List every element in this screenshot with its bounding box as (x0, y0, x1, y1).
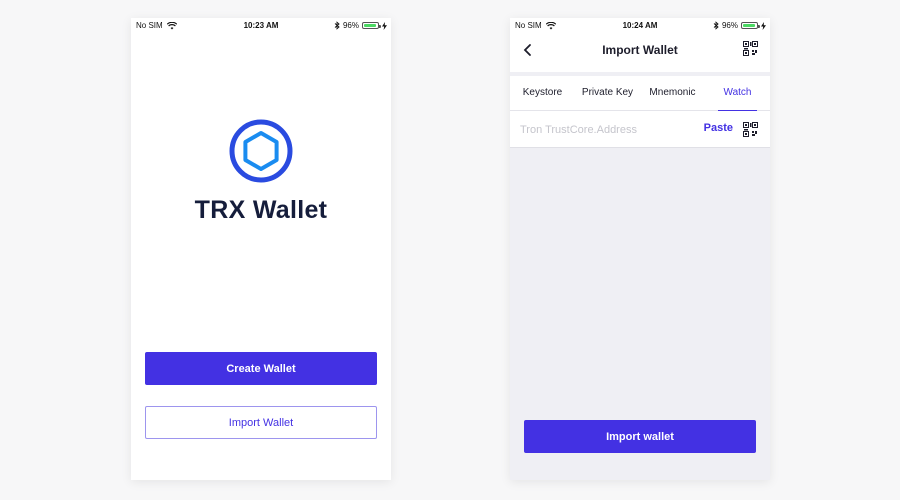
address-input[interactable] (520, 120, 690, 139)
hexagon-logo (229, 119, 293, 183)
nav-bar: Import Wallet (510, 34, 770, 72)
battery-icon (741, 22, 760, 29)
import-wallet-submit-button[interactable]: Import wallet (524, 420, 756, 453)
charging-icon (761, 21, 766, 30)
bluetooth-icon (713, 21, 719, 30)
app-name: TRX Wallet (194, 196, 328, 224)
bluetooth-icon (334, 21, 340, 30)
status-right-group: 96% (713, 21, 766, 30)
import-tabs: Keystore Private Key Mnemonic Watch (510, 76, 770, 111)
charging-icon (382, 21, 387, 30)
battery-percent: 96% (342, 21, 359, 30)
status-bar: No SIM 10:23 AM 96% (131, 18, 391, 34)
battery-icon (362, 22, 381, 29)
import-screen: No SIM 10:24 AM 96% Import Wallet Keysto… (510, 18, 770, 480)
qr-code-icon[interactable] (743, 122, 758, 137)
paste-button[interactable]: Paste (704, 122, 733, 134)
tab-keystore[interactable]: Keystore (510, 76, 575, 110)
tab-private-key[interactable]: Private Key (575, 76, 640, 110)
welcome-screen: No SIM 10:23 AM 96% TRX Wallet Create Wa… (131, 18, 391, 480)
import-wallet-button[interactable]: Import Wallet (145, 406, 377, 439)
battery-fill (364, 24, 377, 27)
battery-fill (743, 24, 756, 27)
status-bar: No SIM 10:24 AM 96% (510, 18, 770, 34)
battery-percent: 96% (721, 21, 738, 30)
page-title: Import Wallet (602, 43, 678, 57)
address-row: Paste (510, 111, 770, 148)
create-wallet-button[interactable]: Create Wallet (145, 352, 377, 385)
tab-mnemonic[interactable]: Mnemonic (640, 76, 705, 110)
qr-code-icon[interactable] (743, 41, 758, 56)
tab-watch[interactable]: Watch (705, 76, 770, 111)
status-right-group: 96% (334, 21, 387, 30)
